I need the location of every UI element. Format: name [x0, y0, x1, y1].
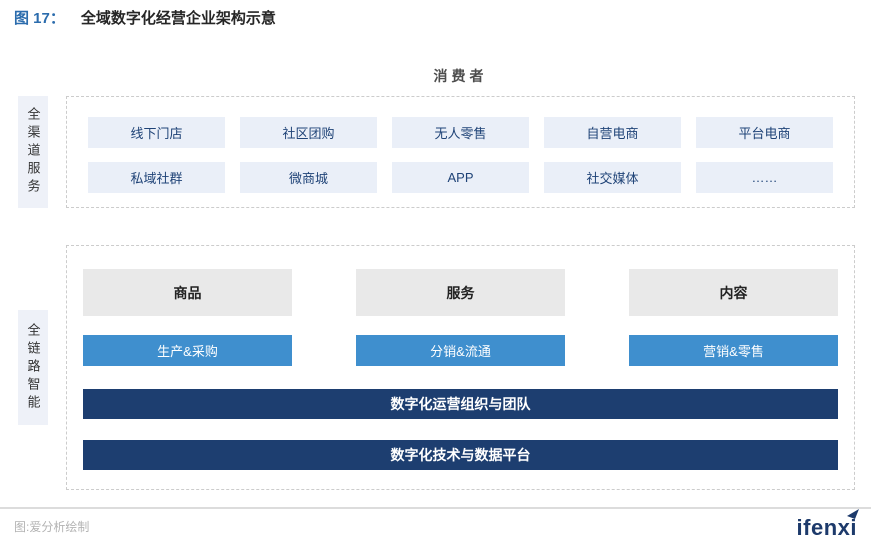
channel-chip-app: APP	[392, 162, 529, 193]
category-service: 服务	[356, 269, 565, 316]
full-chain-container: 商品 服务 内容 生产&采购 分销&流通 营销&零售 数字化运营组织与团队 数字…	[66, 245, 855, 490]
side-label-omni-channel-services: 全渠道服务	[18, 96, 48, 208]
footer-caption: 图:爱分析绘制	[14, 518, 89, 535]
channel-chip-offline-store: 线下门店	[88, 117, 225, 148]
category-content: 内容	[629, 269, 838, 316]
channel-chip-ellipsis: ……	[696, 162, 833, 193]
bar-digital-operation-org-team: 数字化运营组织与团队	[83, 389, 838, 419]
bar-digital-tech-data-platform: 数字化技术与数据平台	[83, 440, 838, 470]
process-marketing-retail: 营销&零售	[629, 335, 838, 366]
channel-chip-micro-mall: 微商城	[240, 162, 377, 193]
process-distribution-circulation: 分销&流通	[356, 335, 565, 366]
omni-channel-container: 线下门店 社区团购 无人零售 自营电商 平台电商 私域社群 微商城 APP 社交…	[66, 96, 855, 208]
process-production-procurement: 生产&采购	[83, 335, 292, 366]
process-row: 生产&采购 分销&流通 营销&零售	[83, 335, 838, 366]
ifenxi-logo: ifenxi	[797, 511, 857, 541]
category-row: 商品 服务 内容	[83, 269, 838, 316]
side-label-full-chain-intelligence: 全链路智能	[18, 310, 48, 425]
channel-row-1: 线下门店 社区团购 无人零售 自营电商 平台电商	[88, 117, 833, 148]
consumer-header: 消费者	[66, 66, 855, 86]
figure-title: 图 17： 全域数字化经营企业架构示意	[14, 8, 276, 30]
channel-chip-self-ecommerce: 自营电商	[544, 117, 681, 148]
channel-row-2: 私域社群 微商城 APP 社交媒体 ……	[88, 162, 833, 193]
channel-chip-community-buy: 社区团购	[240, 117, 377, 148]
channel-chip-platform-ecommerce: 平台电商	[696, 117, 833, 148]
category-goods: 商品	[83, 269, 292, 316]
figure-page: 图 17： 全域数字化经营企业架构示意 消费者 全渠道服务 线下门店 社区团购 无…	[0, 0, 871, 557]
footer-divider	[0, 507, 871, 509]
figure-number: 图 17：	[14, 10, 65, 27]
channel-chip-social-media: 社交媒体	[544, 162, 681, 193]
figure-title-text: 全域数字化经营企业架构示意	[81, 10, 276, 27]
channel-chip-private-community: 私域社群	[88, 162, 225, 193]
channel-chip-unmanned-retail: 无人零售	[392, 117, 529, 148]
logo-arrow-icon	[847, 509, 861, 520]
